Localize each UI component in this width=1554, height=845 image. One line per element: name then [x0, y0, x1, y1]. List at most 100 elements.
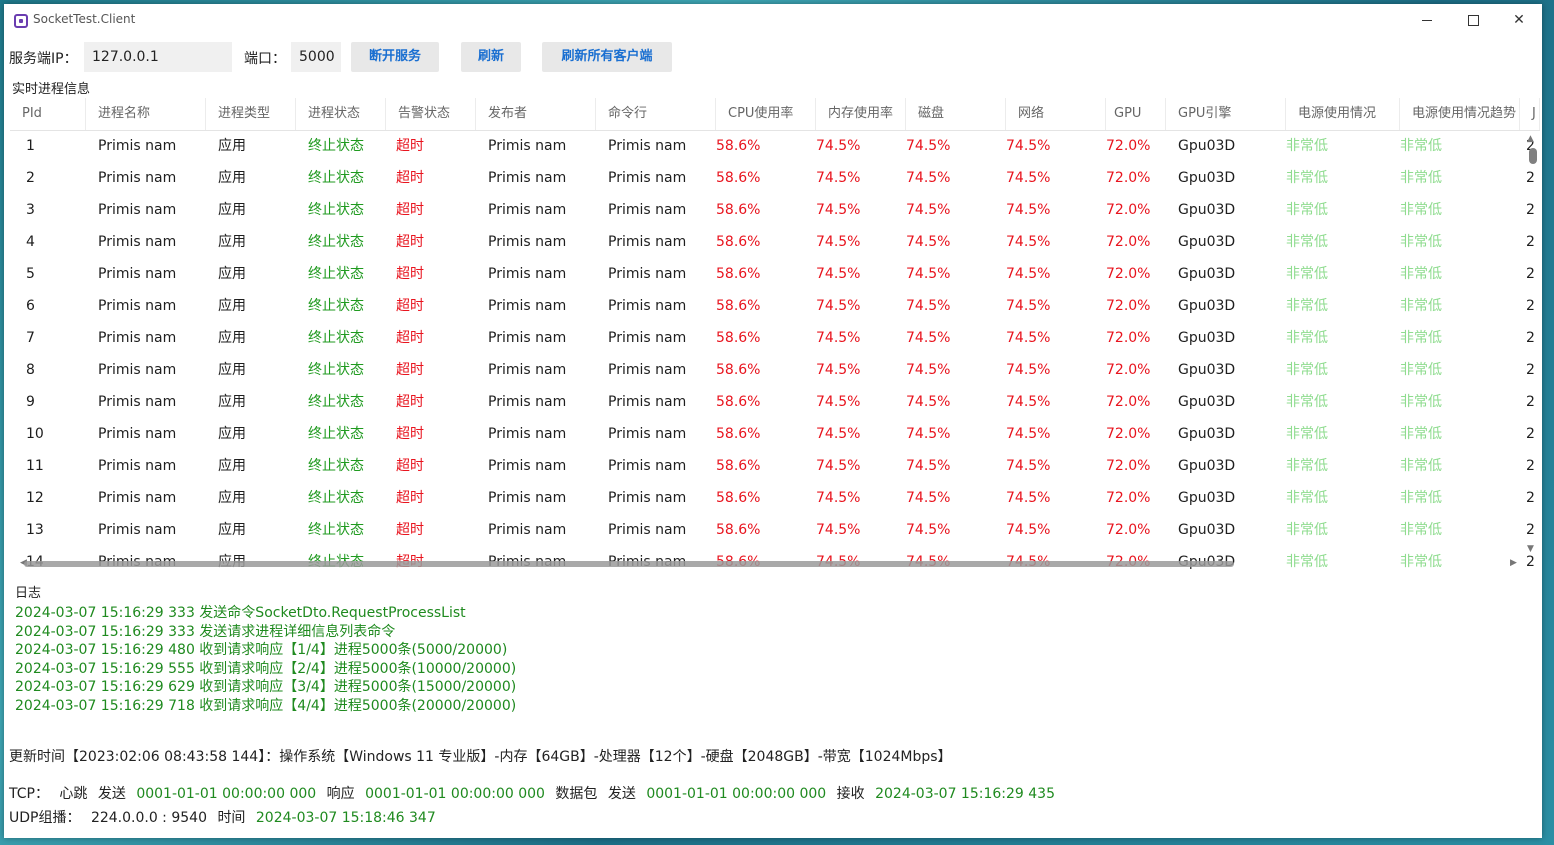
cell-power-usage: 非常低: [1286, 234, 1328, 250]
cell-network: 74.5%: [1006, 490, 1051, 506]
cell-cpu-usage: 58.6%: [716, 170, 761, 186]
cell-process-status: 终止状态: [308, 490, 364, 506]
table-row[interactable]: 12 Primis nam 应用 终止状态 超时 Primis nam Primis nam…: [10, 482, 1540, 514]
cell-alert-status: 超时: [396, 490, 424, 506]
cell-process-name: Primis nam: [98, 362, 177, 378]
refresh-button[interactable]: 刷新: [461, 42, 521, 72]
title-bar[interactable]: SocketTest.Client ✕: [4, 4, 1542, 36]
column-header-extra[interactable]: J: [1520, 98, 1540, 130]
table-row[interactable]: 14 Primis nam 应用终止状态超时 Primis nam Primis nam…: [10, 546, 1540, 572]
cell-process-type: 应用: [218, 170, 246, 186]
scroll-right-icon[interactable]: ▶: [1510, 558, 1517, 568]
cell-memory-usage: 74.5%: [816, 234, 861, 250]
cell-gpu-engine: Gpu03D: [1178, 138, 1236, 154]
cell-command-line: Primis nam: [608, 522, 687, 538]
cell-cpu-usage: 58.6%: [716, 266, 761, 282]
column-header-cpu-usage[interactable]: CPU使用率: [716, 98, 816, 130]
cell-alert-status: 超时: [396, 458, 424, 474]
cell-power-trend: 非常低: [1400, 138, 1442, 154]
vertical-scrollbar-thumb[interactable]: [1529, 148, 1537, 164]
column-header-process-status[interactable]: 进程状态: [296, 98, 386, 130]
column-header-alert-status[interactable]: 告警状态: [386, 98, 476, 130]
column-header-network[interactable]: 网络: [1006, 98, 1106, 130]
cell-extra: 2: [1526, 394, 1535, 410]
cell-process-type: 应用: [218, 546, 296, 572]
column-header-pid[interactable]: PId: [10, 98, 86, 130]
column-header-publisher[interactable]: 发布者: [476, 98, 596, 130]
server-ip-input[interactable]: 127.0.0.1: [84, 42, 232, 72]
scroll-down-icon[interactable]: ▼: [1527, 544, 1534, 554]
table-row[interactable]: 6 Primis nam 应用 终止状态 超时 Primis nam Primis nam 5…: [10, 290, 1540, 322]
cell-gpu-engine: Gpu03D: [1178, 330, 1236, 346]
cell-publisher: Primis nam: [488, 170, 567, 186]
cell-pid: 11: [26, 458, 44, 474]
minimize-icon: [1422, 19, 1432, 21]
heartbeat-label: 心跳: [59, 786, 88, 802]
cell-command-line: Primis nam: [608, 266, 687, 282]
cell-memory-usage: 74.5%: [816, 138, 861, 154]
cell-gpu: 72.0%: [1106, 234, 1151, 250]
cell-gpu-engine: Gpu03D: [1178, 394, 1236, 410]
cell-memory-usage: 74.5%: [816, 202, 861, 218]
cell-network: 74.5%: [1006, 266, 1051, 282]
table-row[interactable]: 4 Primis nam 应用 终止状态 超时 Primis nam Primis nam 5…: [10, 226, 1540, 258]
table-row[interactable]: 5 Primis nam 应用 终止状态 超时 Primis nam Primis nam 5…: [10, 258, 1540, 290]
column-header-disk[interactable]: 磁盘: [906, 98, 1006, 130]
port-input[interactable]: 5000: [291, 42, 341, 72]
maximize-button[interactable]: [1450, 4, 1496, 36]
cell-memory-usage: 74.5%: [816, 330, 861, 346]
process-grid[interactable]: PId 进程名称 进程类型 进程状态 告警状态 发布者 命令行 CPU使用率 内存使用率 磁盘 网络…: [10, 98, 1540, 572]
cell-process-status: 终止状态: [308, 546, 386, 572]
table-row[interactable]: 8 Primis nam 应用 终止状态 超时 Primis nam Primis nam 5…: [10, 354, 1540, 386]
cell-process-name: Primis nam: [98, 426, 177, 442]
cell-process-status: 终止状态: [308, 170, 364, 186]
cell-network: 74.5%: [1006, 362, 1051, 378]
cell-publisher: Primis nam: [488, 458, 567, 474]
cell-command-line: Primis nam: [608, 458, 687, 474]
cell-power-trend: 非常低: [1400, 490, 1442, 506]
cell-gpu: 72.0%: [1106, 138, 1151, 154]
table-row[interactable]: 10 Primis nam 应用 终止状态 超时 Primis nam Primis nam…: [10, 418, 1540, 450]
cell-memory-usage: 74.5%: [816, 522, 861, 538]
column-header-gpu-engine[interactable]: GPU引擎: [1166, 98, 1286, 130]
table-row[interactable]: 9 Primis nam 应用 终止状态 超时 Primis nam Primis nam 5…: [10, 386, 1540, 418]
cell-power-trend: 非常低: [1400, 330, 1442, 346]
cell-cpu-usage: 58.6%: [716, 394, 761, 410]
cell-process-type: 应用: [218, 458, 246, 474]
refresh-all-clients-button[interactable]: 刷新所有客户端: [542, 42, 672, 72]
column-header-command-line[interactable]: 命令行: [596, 98, 716, 130]
cell-publisher: Primis nam: [488, 490, 567, 506]
table-row[interactable]: 13 Primis nam 应用 终止状态 超时 Primis nam Primis nam…: [10, 514, 1540, 546]
cell-gpu: 72.0%: [1106, 426, 1151, 442]
cell-process-status: 终止状态: [308, 234, 364, 250]
cell-cpu-usage: 58.6%: [716, 298, 761, 314]
table-row[interactable]: 3 Primis nam 应用 终止状态 超时 Primis nam Primis nam 5…: [10, 194, 1540, 226]
table-row[interactable]: 7 Primis nam 应用 终止状态 超时 Primis nam Primis nam 5…: [10, 322, 1540, 354]
minimize-button[interactable]: [1404, 4, 1450, 36]
cell-memory-usage: 74.5%: [816, 170, 861, 186]
cell-disk: 74.5%: [906, 234, 951, 250]
cell-gpu-engine: Gpu03D: [1178, 362, 1236, 378]
column-header-process-type[interactable]: 进程类型: [206, 98, 296, 130]
cell-memory-usage: 74.5%: [816, 458, 861, 474]
cell-disk: 74.5%: [906, 546, 1006, 572]
close-icon: ✕: [1513, 12, 1525, 28]
cell-gpu: 72.0%: [1106, 522, 1151, 538]
table-row[interactable]: 2 Primis nam 应用 终止状态 超时 Primis nam Primis nam 5…: [10, 162, 1540, 194]
column-header-memory-usage[interactable]: 内存使用率: [816, 98, 906, 130]
scroll-up-icon[interactable]: ▲: [1527, 134, 1534, 144]
close-button[interactable]: ✕: [1496, 4, 1542, 36]
cell-network: 74.5%: [1006, 170, 1051, 186]
table-row[interactable]: 11 Primis nam 应用 终止状态 超时 Primis nam Primis nam…: [10, 450, 1540, 482]
cell-disk: 74.5%: [906, 362, 951, 378]
cell-process-type: 应用: [218, 522, 246, 538]
table-row[interactable]: 1 Primis nam 应用 终止状态 超时 Primis nam Primis nam 5…: [10, 130, 1540, 162]
horizontal-scrollbar-thumb[interactable]: [24, 561, 1234, 567]
column-header-process-name[interactable]: 进程名称: [86, 98, 206, 130]
disconnect-button[interactable]: 断开服务: [351, 42, 439, 72]
column-header-gpu[interactable]: GPU: [1106, 98, 1166, 130]
cell-process-type: 应用: [218, 330, 246, 346]
cell-alert-status: 超时: [396, 138, 424, 154]
column-header-power-trend[interactable]: 电源使用情况趋势: [1400, 98, 1520, 130]
column-header-power-usage[interactable]: 电源使用情况: [1286, 98, 1400, 130]
